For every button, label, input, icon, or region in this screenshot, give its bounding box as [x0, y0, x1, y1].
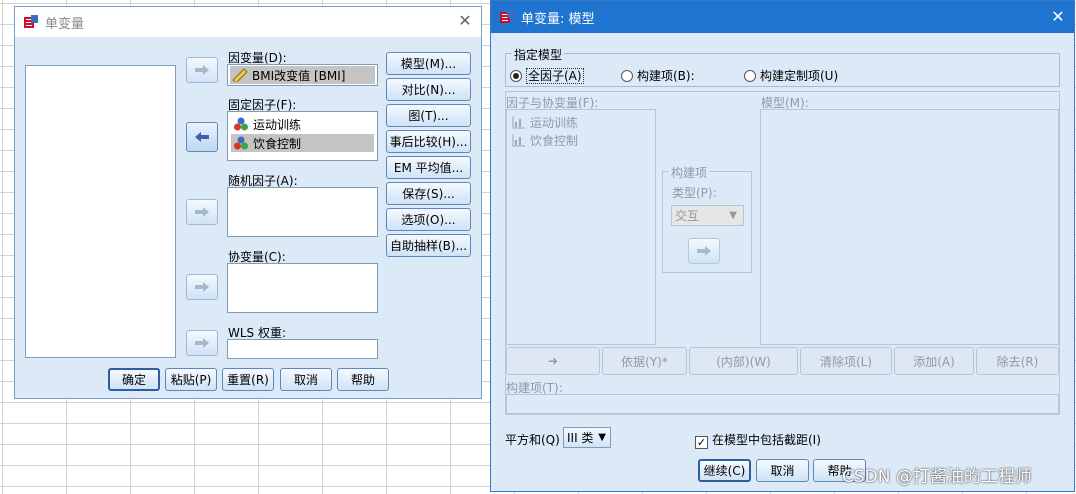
continue-button[interactable]: 继续(C)	[698, 459, 751, 482]
dependent-variable-field[interactable]: BMI改变值 [BMI]	[227, 64, 378, 86]
bootstrap-button[interactable]: 自助抽样(B)...	[386, 234, 471, 257]
radio-selected-icon	[510, 70, 522, 82]
model-terms-list[interactable]	[760, 109, 1059, 345]
fixed-factor-item[interactable]: 运动训练	[231, 115, 374, 133]
reset-button[interactable]: 重置(R)	[222, 368, 274, 391]
contrast-button[interactable]: 对比(N)...	[386, 78, 471, 101]
radio-build-terms[interactable]: 构建项(B):	[621, 67, 695, 84]
arrow-down-icon: ➜	[547, 354, 559, 368]
model-button[interactable]: 模型(M)...	[386, 52, 471, 75]
nominal-variable-icon	[234, 117, 248, 131]
radio-unselected-icon	[744, 70, 756, 82]
move-to-model-button[interactable]	[688, 238, 720, 264]
sum-of-squares-label: 平方和(Q)	[505, 433, 560, 447]
plots-button[interactable]: 图(T)...	[386, 104, 471, 127]
arrow-right-icon	[195, 207, 209, 217]
include-intercept-checkbox[interactable]: ✓ 在模型中包括截距(I)	[695, 431, 821, 449]
within-button[interactable]: (内部)(W)	[689, 347, 798, 375]
fixed-factor-item[interactable]: 饮食控制	[231, 134, 374, 152]
help-button[interactable]: 帮助	[337, 368, 389, 391]
em-means-button[interactable]: EM 平均值...	[386, 156, 471, 179]
factors-covariates-list[interactable]: 运动训练 饮食控制	[506, 109, 656, 345]
move-to-wls-button[interactable]	[186, 330, 218, 356]
post-hoc-button[interactable]: 事后比较(H)...	[386, 130, 471, 153]
add-button[interactable]: 添加(A)	[894, 347, 974, 375]
random-factor-list[interactable]	[227, 187, 378, 237]
model-title-bar: 单变量: 模型 ✕	[491, 1, 1074, 33]
factor-item[interactable]: 运动训练	[510, 113, 652, 131]
wls-weight-field[interactable]	[227, 339, 378, 359]
build-term-field[interactable]	[506, 394, 1059, 414]
cancel-button[interactable]: 取消	[756, 459, 809, 482]
save-button[interactable]: 保存(S)...	[386, 182, 471, 205]
paste-button[interactable]: 粘贴(P)	[165, 368, 217, 391]
arrow-right-icon	[195, 65, 209, 75]
move-to-covariate-button[interactable]	[186, 274, 218, 300]
move-to-random-factor-button[interactable]	[186, 199, 218, 225]
watermark-text: CSDN @打酱油的工程师	[842, 467, 1032, 487]
checkbox-checked-icon: ✓	[695, 436, 708, 449]
univariate-title-bar: 单变量 ✕	[15, 7, 481, 37]
spss-app-icon	[23, 14, 39, 30]
type-dropdown[interactable]: 交互 ▼	[671, 205, 744, 226]
specify-model-legend: 指定模型	[512, 46, 565, 63]
radio-unselected-icon	[621, 70, 633, 82]
remove-button[interactable]: 除去(R)	[976, 347, 1059, 375]
dependent-variable-item[interactable]: BMI改变值 [BMI]	[230, 66, 375, 84]
ruler-icon	[232, 68, 248, 82]
bar-chart-icon	[512, 134, 525, 147]
univariate-dialog: 单变量 ✕ 因变量(D): BMI改变值 [BMI] 固定因子(F): 运动训练…	[14, 6, 482, 399]
source-variable-list[interactable]	[25, 65, 176, 358]
dialog-title: 单变量: 模型	[521, 11, 595, 27]
radio-full-factorial[interactable]: 全因子(A)	[510, 67, 584, 84]
build-term-group: 构建项 类型(P): 交互 ▼	[662, 164, 752, 273]
covariate-list[interactable]	[227, 263, 378, 313]
spss-app-icon	[499, 9, 515, 25]
dropdown-arrow-icon: ▼	[729, 210, 737, 221]
close-icon[interactable]: ✕	[1050, 9, 1066, 25]
by-button[interactable]: 依据(Y)*	[602, 347, 687, 375]
arrow-left-icon	[195, 132, 209, 142]
sum-of-squares-dropdown[interactable]: III 类 ▼	[563, 427, 611, 448]
arrow-right-icon	[697, 246, 711, 256]
clear-term-button[interactable]: 清除项(L)	[800, 347, 892, 375]
radio-custom-terms[interactable]: 构建定制项(U)	[744, 67, 838, 84]
cancel-button[interactable]: 取消	[280, 368, 332, 391]
move-to-fixed-factor-button[interactable]	[186, 122, 218, 152]
specify-model-group: 指定模型 全因子(A) 构建项(B): 构建定制项(U)	[505, 46, 1060, 87]
model-dialog: 单变量: 模型 ✕ 指定模型 全因子(A) 构建项(B): 构建定制项(U) 因…	[490, 0, 1075, 492]
fixed-factor-list[interactable]: 运动训练 饮食控制	[227, 111, 378, 161]
close-icon[interactable]: ✕	[457, 13, 473, 29]
arrow-right-icon	[195, 338, 209, 348]
factor-item[interactable]: 饮食控制	[510, 131, 652, 149]
ok-button[interactable]: 确定	[108, 368, 160, 391]
dropdown-arrow-icon: ▼	[598, 432, 606, 443]
type-label: 类型(P):	[672, 186, 717, 200]
nominal-variable-icon	[234, 136, 248, 150]
bar-chart-icon	[512, 116, 525, 129]
build-term-legend: 构建项	[669, 164, 710, 181]
options-button[interactable]: 选项(O)...	[386, 208, 471, 231]
move-down-button[interactable]: ➜	[506, 347, 600, 375]
dialog-title: 单变量	[45, 16, 85, 32]
move-to-dependent-button[interactable]	[186, 57, 218, 83]
arrow-right-icon	[195, 282, 209, 292]
